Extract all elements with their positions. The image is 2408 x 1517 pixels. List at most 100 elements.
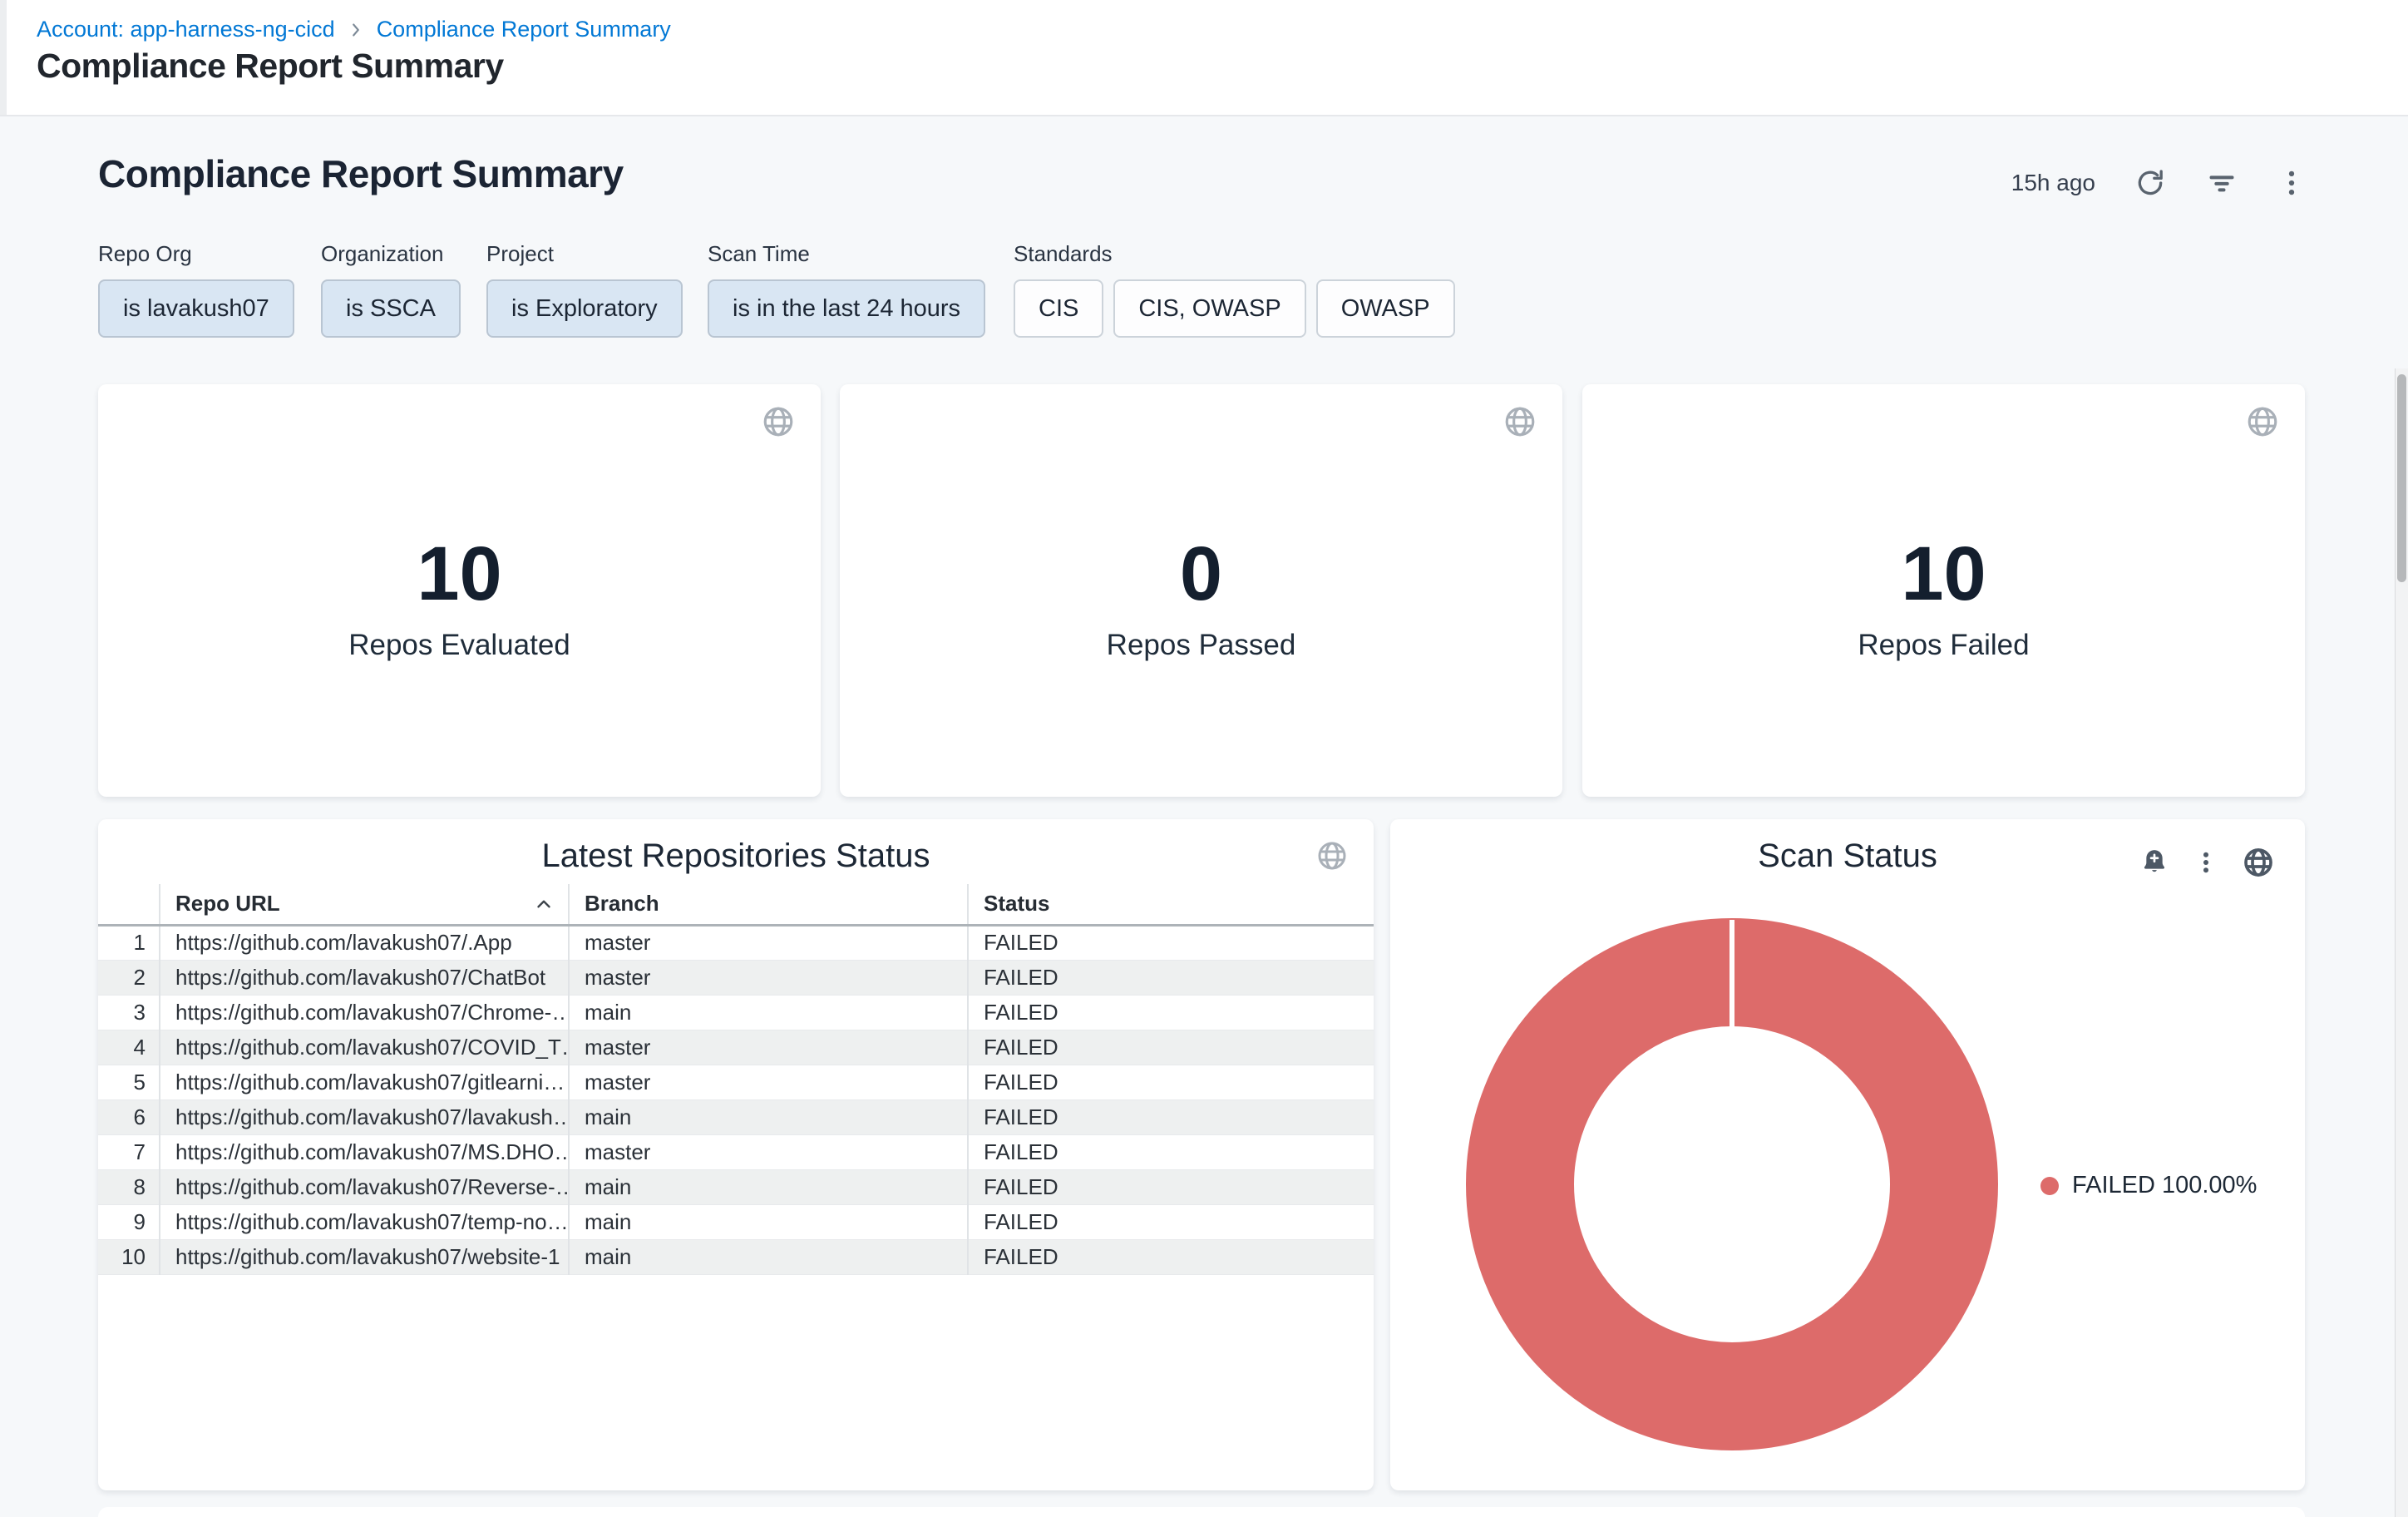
filter-project: Project is Exploratory — [486, 241, 683, 338]
branch-cell: main — [569, 995, 968, 1030]
repo-url-cell: https://github.com/lavakush07/gitlearni… — [160, 1065, 569, 1099]
stat-value: 0 — [840, 536, 1562, 612]
status-cell: FAILED — [968, 1099, 1374, 1134]
filter-chip-organization[interactable]: is SSCA — [321, 279, 461, 338]
filter-label: Organization — [321, 241, 461, 266]
row-number: 4 — [98, 1030, 160, 1065]
table-header-row: Repo URL Branch Status — [98, 884, 1374, 925]
globe-icon[interactable] — [1503, 404, 1537, 443]
stat-label: Repos Failed — [1582, 630, 2305, 660]
nav-edge-sliver — [0, 0, 7, 115]
filter-label: Scan Time — [708, 241, 985, 266]
table-row: 1https://github.com/lavakush07/.Appmaste… — [98, 925, 1374, 960]
stat-value: 10 — [1582, 536, 2305, 612]
breadcrumb: Account: app-harness-ng-cicd Compliance … — [37, 17, 671, 42]
dashboard-title: Compliance Report Summary — [98, 151, 624, 196]
stat-card-repos-failed: 10 Repos Failed — [1582, 384, 2305, 797]
filter-chip-standards-owasp[interactable]: OWASP — [1316, 279, 1455, 338]
row-number: 10 — [98, 1239, 160, 1274]
stat-label: Repos Evaluated — [98, 630, 821, 660]
row-number: 5 — [98, 1065, 160, 1099]
table-row: 10https://github.com/lavakush07/website-… — [98, 1239, 1374, 1274]
filter-scan-time: Scan Time is in the last 24 hours — [708, 241, 985, 338]
last-refreshed-timestamp: 15h ago — [2011, 170, 2095, 196]
donut-slice-boundary — [1730, 920, 1734, 1028]
branch-cell: main — [569, 1204, 968, 1239]
dashboard-controls: 15h ago — [2011, 163, 2307, 203]
row-number: 2 — [98, 960, 160, 995]
globe-icon[interactable] — [2242, 846, 2275, 879]
repo-url-cell: https://github.com/lavakush07/COVID_T… — [160, 1030, 569, 1065]
scan-status-card: Scan Status FAILED 100.00% — [1390, 819, 2305, 1490]
repo-url-cell: https://github.com/lavakush07/Chrome-… — [160, 995, 569, 1030]
row-number: 6 — [98, 1099, 160, 1134]
status-cell: FAILED — [968, 1065, 1374, 1099]
repo-url-cell: https://github.com/lavakush07/website-1 — [160, 1239, 569, 1274]
status-cell: FAILED — [968, 1134, 1374, 1169]
row-number: 8 — [98, 1169, 160, 1204]
kebab-menu-icon[interactable] — [2193, 850, 2218, 875]
status-cell: FAILED — [968, 995, 1374, 1030]
branch-cell: master — [569, 1030, 968, 1065]
table-row: 7https://github.com/lavakush07/MS.DHO…ma… — [98, 1134, 1374, 1169]
page-header: Account: app-harness-ng-cicd Compliance … — [0, 0, 2408, 116]
filter-chip-scan-time[interactable]: is in the last 24 hours — [708, 279, 985, 338]
filter-chip-standards-cis-owasp[interactable]: CIS, OWASP — [1113, 279, 1305, 338]
globe-icon[interactable] — [1315, 839, 1349, 877]
repo-url-cell: https://github.com/lavakush07/ChatBot — [160, 960, 569, 995]
table-row: 3https://github.com/lavakush07/Chrome-…m… — [98, 995, 1374, 1030]
row-number: 7 — [98, 1134, 160, 1169]
status-cell: FAILED — [968, 925, 1374, 960]
scan-status-donut-chart — [1466, 918, 1998, 1450]
latest-repositories-status-card: Latest Repositories Status Repo URL — [98, 819, 1374, 1490]
table-row: 5https://github.com/lavakush07/gitlearni… — [98, 1065, 1374, 1099]
column-header-status[interactable]: Status — [968, 884, 1374, 925]
repo-url-cell: https://github.com/lavakush07/Reverse-… — [160, 1169, 569, 1204]
column-label: Repo URL — [175, 891, 280, 917]
status-cell: FAILED — [968, 1239, 1374, 1274]
stat-card-repos-passed: 0 Repos Passed — [840, 384, 1562, 797]
breadcrumb-page-link[interactable]: Compliance Report Summary — [377, 17, 671, 42]
branch-cell: main — [569, 1099, 968, 1134]
sort-ascending-icon — [533, 893, 555, 915]
branch-cell: master — [569, 925, 968, 960]
repo-url-cell: https://github.com/lavakush07/temp-no… — [160, 1204, 569, 1239]
filter-chip-standards-cis[interactable]: CIS — [1014, 279, 1103, 338]
legend-label: FAILED 100.00% — [2072, 1172, 2257, 1199]
legend-dot — [2040, 1177, 2059, 1195]
chevron-right-icon — [347, 21, 365, 39]
breadcrumb-account-link[interactable]: Account: app-harness-ng-cicd — [37, 17, 335, 42]
status-cell: FAILED — [968, 1204, 1374, 1239]
refresh-icon[interactable] — [2134, 166, 2167, 200]
page-title: Compliance Report Summary — [37, 47, 504, 86]
table-row: 6https://github.com/lavakush07/lavakush…… — [98, 1099, 1374, 1134]
filter-chip-repo-org[interactable]: is lavakush07 — [98, 279, 294, 338]
next-card-top-edge — [98, 1507, 2305, 1517]
filter-chip-project[interactable]: is Exploratory — [486, 279, 683, 338]
kebab-menu-icon[interactable] — [2277, 168, 2307, 198]
table-row: 9https://github.com/lavakush07/temp-no…m… — [98, 1204, 1374, 1239]
filter-label: Project — [486, 241, 683, 266]
legend-item-failed[interactable]: FAILED 100.00% — [2040, 1172, 2257, 1199]
filter-organization: Organization is SSCA — [321, 241, 461, 338]
repo-url-cell: https://github.com/lavakush07/MS.DHO… — [160, 1134, 569, 1169]
column-header-repo-url[interactable]: Repo URL — [160, 884, 569, 925]
globe-icon[interactable] — [761, 404, 796, 443]
vertical-scrollbar-thumb[interactable] — [2397, 374, 2406, 582]
table-row: 4https://github.com/lavakush07/COVID_T…m… — [98, 1030, 1374, 1065]
column-header-branch[interactable]: Branch — [569, 884, 968, 925]
repo-url-cell: https://github.com/lavakush07/.App — [160, 925, 569, 960]
branch-cell: master — [569, 960, 968, 995]
bell-plus-icon[interactable] — [2139, 847, 2170, 878]
row-number: 1 — [98, 925, 160, 960]
stat-card-repos-evaluated: 10 Repos Evaluated — [98, 384, 821, 797]
branch-cell: main — [569, 1239, 968, 1274]
filter-icon[interactable] — [2205, 166, 2238, 200]
stat-value: 10 — [98, 536, 821, 612]
status-cell: FAILED — [968, 1169, 1374, 1204]
filter-label: Repo Org — [98, 241, 294, 266]
status-cell: FAILED — [968, 1030, 1374, 1065]
globe-icon[interactable] — [2245, 404, 2280, 443]
row-number: 3 — [98, 995, 160, 1030]
row-number: 9 — [98, 1204, 160, 1239]
